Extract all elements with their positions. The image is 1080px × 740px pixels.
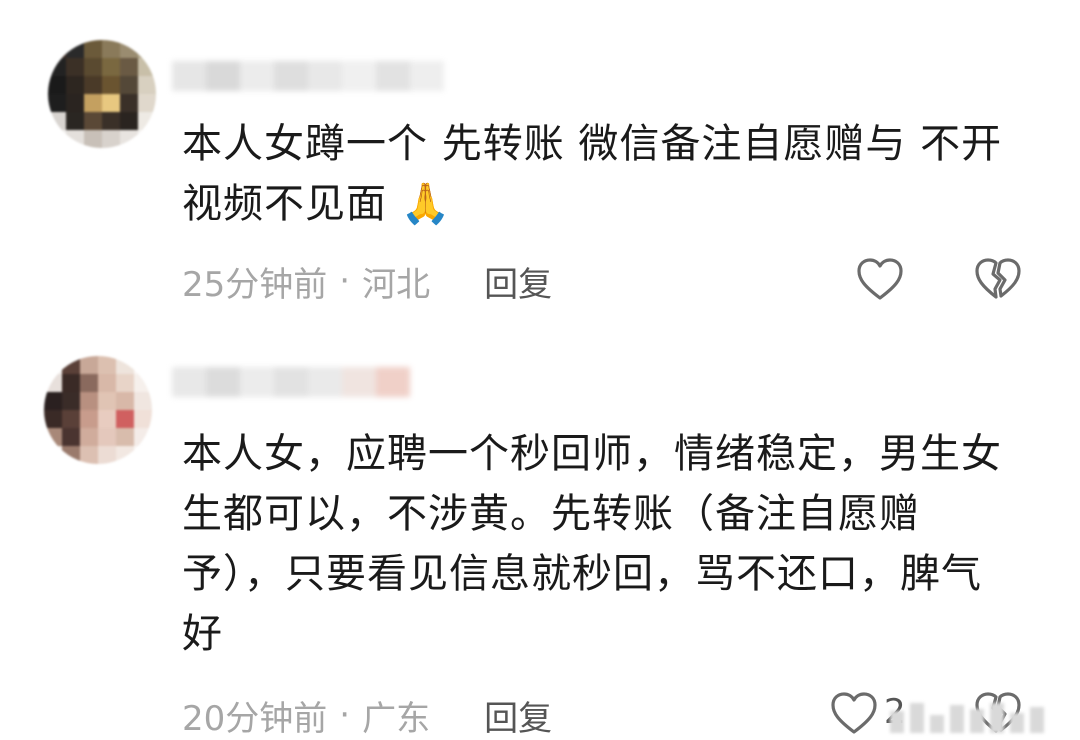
avatar[interactable] [44,356,152,464]
meta-separator: · [339,695,351,735]
comment-meta: 20分钟前 · 广东 回复 [182,690,552,740]
comment-time: 20分钟前 [182,698,328,739]
comment-item: 本人女，应聘一个秒回师，情绪稳定，男生女生都可以，不涉黄。先转账（备注自愿赠予）… [0,330,1080,739]
comment-time: 25分钟前 [182,264,328,305]
username-blurred[interactable] [172,54,444,98]
like-button[interactable] [828,688,880,740]
comment-text: 本人女，应聘一个秒回师，情绪稳定，男生女生都可以，不涉黄。先转账（备注自愿赠予）… [182,431,1002,657]
meta-separator: · [339,261,351,301]
username-blurred[interactable] [172,360,410,404]
comment-item: 本人女蹲一个 先转账 微信备注自愿赠与 不开视频不见面 🙏 25分钟前 · 河北… [0,0,1080,330]
comment-location: 河北 [362,264,431,305]
comment-location: 广东 [362,698,431,739]
heart-outline-icon [831,692,877,734]
watermark-overlay [890,697,1060,733]
reply-button[interactable]: 回复 [484,691,552,740]
heart-outline-icon [857,258,903,300]
comment-meta: 25分钟前 · 河北 回复 [182,256,552,306]
avatar[interactable] [48,40,156,148]
reply-button[interactable]: 回复 [484,257,552,306]
comment-text: 本人女蹲一个 先转账 微信备注自愿赠与 不开视频不见面 🙏 [182,121,1003,227]
dislike-button[interactable] [972,254,1024,306]
broken-heart-icon [975,258,1021,299]
like-button[interactable] [854,254,906,306]
